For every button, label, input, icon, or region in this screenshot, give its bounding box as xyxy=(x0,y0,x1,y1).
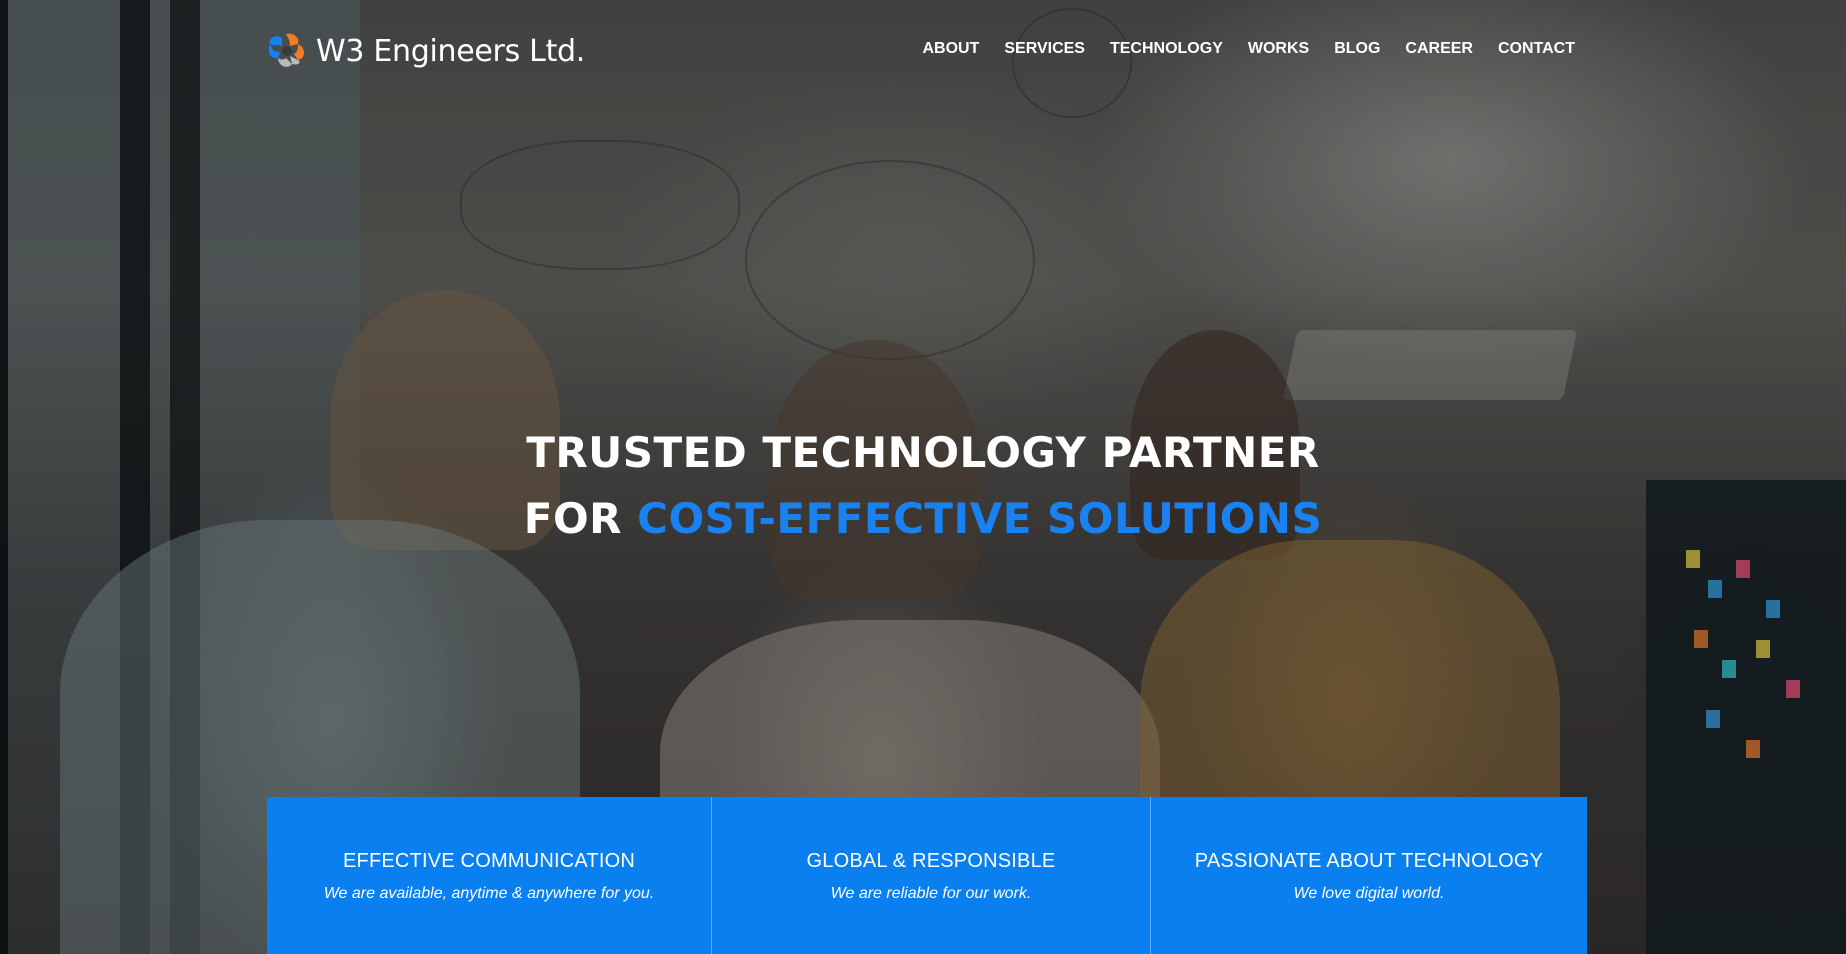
main-nav: ABOUT SERVICES TECHNOLOGY WORKS BLOG CAR… xyxy=(897,40,1575,58)
headline-line-1: TRUSTED TECHNOLOGY PARTNER xyxy=(526,428,1320,477)
logo-mark-icon xyxy=(266,30,308,72)
feature-title: PASSIONATE ABOUT TECHNOLOGY xyxy=(1194,850,1544,872)
feature-subtitle: We are available, anytime & anywhere for… xyxy=(323,885,655,902)
hero-headline: TRUSTED TECHNOLOGY PARTNER FOR COST-EFFE… xyxy=(0,420,1846,552)
nav-item-services[interactable]: SERVICES xyxy=(1004,40,1085,58)
headline-line-2-prefix: FOR xyxy=(523,494,638,543)
feature-boxes: EFFECTIVE COMMUNICATION We are available… xyxy=(267,797,1587,954)
nav-item-about[interactable]: ABOUT xyxy=(922,40,979,58)
headline-line-2-accent: COST-EFFECTIVE SOLUTIONS xyxy=(637,494,1323,543)
nav-item-career[interactable]: CAREER xyxy=(1405,40,1473,58)
feature-subtitle: We are reliable for our work. xyxy=(830,885,1032,902)
hero-section: W3 Engineers Ltd. ABOUT SERVICES TECHNOL… xyxy=(0,0,1846,954)
feature-box-technology: PASSIONATE ABOUT TECHNOLOGY We love digi… xyxy=(1151,797,1587,954)
feature-box-global: GLOBAL & RESPONSIBLE We are reliable for… xyxy=(712,797,1151,954)
feature-subtitle: We love digital world. xyxy=(1293,885,1445,902)
brand-name: W3 Engineers Ltd. xyxy=(316,33,586,69)
nav-item-technology[interactable]: TECHNOLOGY xyxy=(1110,40,1223,58)
brand-logo[interactable]: W3 Engineers Ltd. xyxy=(266,28,585,74)
nav-item-contact[interactable]: CONTACT xyxy=(1498,40,1575,58)
feature-box-communication: EFFECTIVE COMMUNICATION We are available… xyxy=(267,797,712,954)
feature-title: EFFECTIVE COMMUNICATION xyxy=(342,850,635,872)
nav-item-works[interactable]: WORKS xyxy=(1248,40,1309,58)
feature-title: GLOBAL & RESPONSIBLE xyxy=(806,850,1056,872)
nav-item-blog[interactable]: BLOG xyxy=(1334,40,1380,58)
